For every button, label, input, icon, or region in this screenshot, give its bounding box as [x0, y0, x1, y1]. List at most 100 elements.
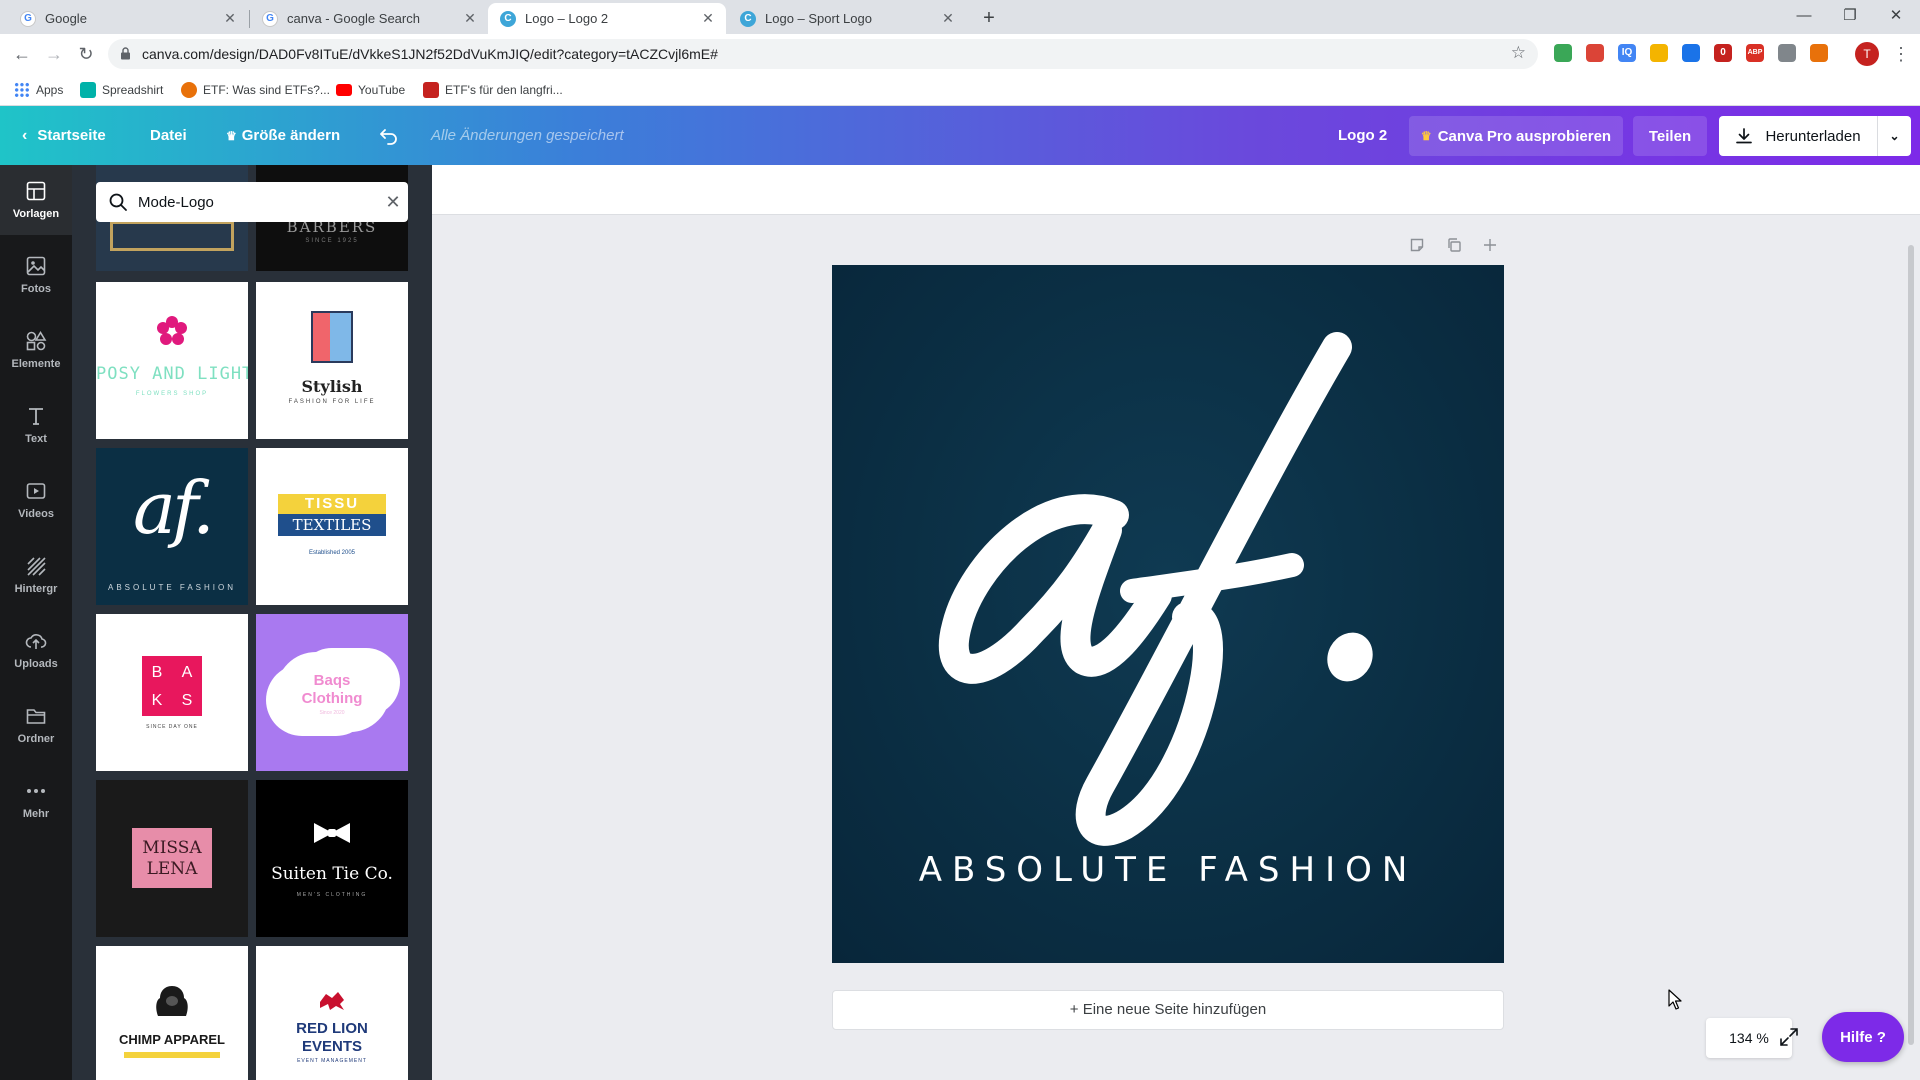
rail-item-elements[interactable]: Elemente	[0, 315, 72, 385]
template-search-input[interactable]	[138, 193, 378, 211]
photos-icon	[26, 256, 46, 276]
bookmark-label: Apps	[36, 83, 64, 97]
lion-icon	[320, 992, 344, 1010]
bookmark-apps[interactable]: Apps	[14, 81, 63, 99]
download-button[interactable]: Herunterladen	[1719, 116, 1877, 156]
bookmark-etf[interactable]: ETF: Was sind ETFs?...	[181, 81, 330, 99]
template-tile-stylish[interactable]: Stylish FASHION FOR LIFE	[256, 282, 408, 439]
page-notes-button[interactable]	[1407, 237, 1427, 257]
gorilla-icon	[156, 986, 188, 1016]
browser-extension-icon[interactable]	[1586, 44, 1604, 62]
back-button[interactable]: ←	[8, 40, 36, 68]
reload-button[interactable]: ↻	[72, 40, 100, 68]
design-tagline[interactable]: ABSOLUTE FASHION	[832, 850, 1504, 890]
apps-grid-icon	[14, 82, 30, 98]
template-tile-absolute-fashion[interactable]: af. ABSOLUTE FASHION	[96, 448, 248, 605]
rail-item-photos[interactable]: Fotos	[0, 240, 72, 310]
rail-label: Mehr	[22, 808, 50, 820]
undo-button[interactable]	[379, 106, 399, 165]
template-tile-chimp-apparel[interactable]: CHIMP APPAREL	[96, 946, 248, 1080]
template-title: POSY AND LIGHT	[96, 364, 248, 384]
template-tile-tissu-textiles[interactable]: TISSU TEXTILES Established 2005	[256, 448, 408, 605]
editor-canvas-area: ABSOLUTE FASHION + Eine neue Seite hinzu…	[432, 165, 1920, 1080]
forward-button[interactable]: →	[40, 40, 68, 68]
browser-tab-google[interactable]: G Google ✕	[8, 3, 248, 34]
template-tile-missa-lena[interactable]: MISSA LENA	[96, 780, 248, 937]
browser-tab-sport-logo[interactable]: C Logo – Sport Logo ✕	[728, 3, 966, 34]
tab-close-icon[interactable]: ✕	[940, 10, 956, 27]
browser-tab-logo-2[interactable]: C Logo – Logo 2 ✕	[488, 3, 726, 34]
template-tile-red-lion-events[interactable]: RED LION EVENTS EVENT MANAGEMENT	[256, 946, 408, 1080]
design-title[interactable]: Logo 2	[1338, 106, 1387, 165]
baks-letter: S	[181, 692, 193, 709]
template-title: Suiten Tie Co.	[271, 864, 393, 884]
file-menu-button[interactable]: Datei	[150, 106, 187, 165]
bookmark-star-icon[interactable]: ☆	[1511, 43, 1526, 63]
add-new-page-button[interactable]: + Eine neue Seite hinzufügen	[832, 990, 1504, 1030]
rail-item-folders[interactable]: Ordner	[0, 690, 72, 760]
design-page[interactable]: ABSOLUTE FASHION	[832, 265, 1504, 963]
plus-icon	[1484, 239, 1496, 251]
try-canva-pro-button[interactable]: ♛ Canva Pro ausprobieren	[1409, 116, 1623, 156]
share-button[interactable]: Teilen	[1633, 116, 1707, 156]
template-tile-baks[interactable]: B A K S SINCE DAY ONE	[96, 614, 248, 771]
youtube-icon	[336, 84, 352, 96]
browser-extension-icon[interactable]: ABP	[1746, 44, 1764, 62]
tab-close-icon[interactable]: ✕	[700, 10, 716, 27]
browser-extension-icon[interactable]	[1554, 44, 1572, 62]
template-tile-suiten-tie[interactable]: Suiten Tie Co. MEN'S CLOTHING	[256, 780, 408, 937]
new-tab-button[interactable]: +	[976, 5, 1002, 31]
tab-label: canva - Google Search	[287, 11, 420, 26]
rail-item-videos[interactable]: Videos	[0, 465, 72, 535]
rail-item-background[interactable]: Hintergr	[0, 540, 72, 610]
restore-window-button[interactable]: ❐	[1828, 2, 1872, 30]
close-window-button[interactable]: ✕	[1874, 2, 1918, 30]
browser-extension-icon[interactable]: IQ	[1618, 44, 1636, 62]
clear-search-icon[interactable]: ✕	[378, 192, 408, 213]
browser-tab-canva-search[interactable]: G canva - Google Search ✕	[250, 3, 488, 34]
mouse-cursor-icon	[1668, 989, 1682, 1010]
home-button[interactable]: ‹ Startseite	[22, 106, 106, 165]
browser-extension-icon[interactable]	[1650, 44, 1668, 62]
tab-close-icon[interactable]: ✕	[222, 10, 238, 27]
chevron-down-icon: ⌄	[1889, 129, 1900, 143]
browser-extension-icon[interactable]	[1810, 44, 1828, 62]
template-subtitle: FLOWERS SHOP	[135, 391, 209, 397]
rail-item-text[interactable]: Text	[0, 390, 72, 460]
vertical-scrollbar[interactable]	[1908, 245, 1914, 1045]
spreadshirt-icon	[80, 82, 96, 98]
browser-extension-icon[interactable]: 0	[1714, 44, 1732, 62]
template-tile-posy-and-light[interactable]: POSY AND LIGHT FLOWERS SHOP	[96, 282, 248, 439]
rail-item-templates[interactable]: Vorlagen	[0, 165, 72, 235]
google-favicon-icon: G	[20, 10, 36, 27]
bookmark-youtube[interactable]: YouTube	[336, 81, 405, 99]
add-page-plus-button[interactable]	[1480, 237, 1500, 257]
browser-menu-icon[interactable]: ⋮	[1892, 42, 1910, 66]
profile-avatar[interactable]: T	[1855, 42, 1879, 66]
duplicate-page-button[interactable]	[1444, 237, 1464, 257]
rail-item-more[interactable]: Mehr	[0, 765, 72, 835]
rail-label: Elemente	[11, 358, 61, 370]
template-title: TISSU	[304, 495, 360, 512]
fullscreen-button[interactable]	[1778, 1026, 1804, 1052]
url-text: canva.com/design/DAD0Fv8ITuE/dVkkeS1JN2f…	[142, 46, 718, 62]
rail-label: Fotos	[21, 283, 51, 295]
template-title: CHIMP APPAREL	[119, 1032, 225, 1047]
baks-letter: K	[151, 692, 163, 709]
browser-extension-icon[interactable]	[1778, 44, 1796, 62]
bookmark-label: ETF: Was sind ETFs?...	[203, 83, 330, 97]
template-subtitle: SINCE 1925	[305, 238, 359, 244]
browser-extension-icon[interactable]	[1682, 44, 1700, 62]
address-bar[interactable]: canva.com/design/DAD0Fv8ITuE/dVkkeS1JN2f…	[108, 39, 1538, 69]
bookmark-spreadshirt[interactable]: Spreadshirt	[80, 81, 163, 99]
template-subtitle: Since 2020	[319, 710, 345, 716]
template-tile-baqs-clothing[interactable]: Baqs Clothing Since 2020	[256, 614, 408, 771]
help-button[interactable]: Hilfe ?	[1822, 1012, 1904, 1062]
bookmark-etf-langfristig[interactable]: ETF's für den langfri...	[423, 81, 563, 99]
resize-button[interactable]: ♛ Größe ändern	[226, 106, 340, 165]
rail-item-uploads[interactable]: Uploads	[0, 615, 72, 685]
tab-close-icon[interactable]: ✕	[462, 10, 478, 27]
minimize-window-button[interactable]: —	[1782, 2, 1826, 30]
template-subtitle: FASHION FOR LIFE	[288, 399, 376, 405]
download-options-button[interactable]: ⌄	[1877, 116, 1911, 156]
